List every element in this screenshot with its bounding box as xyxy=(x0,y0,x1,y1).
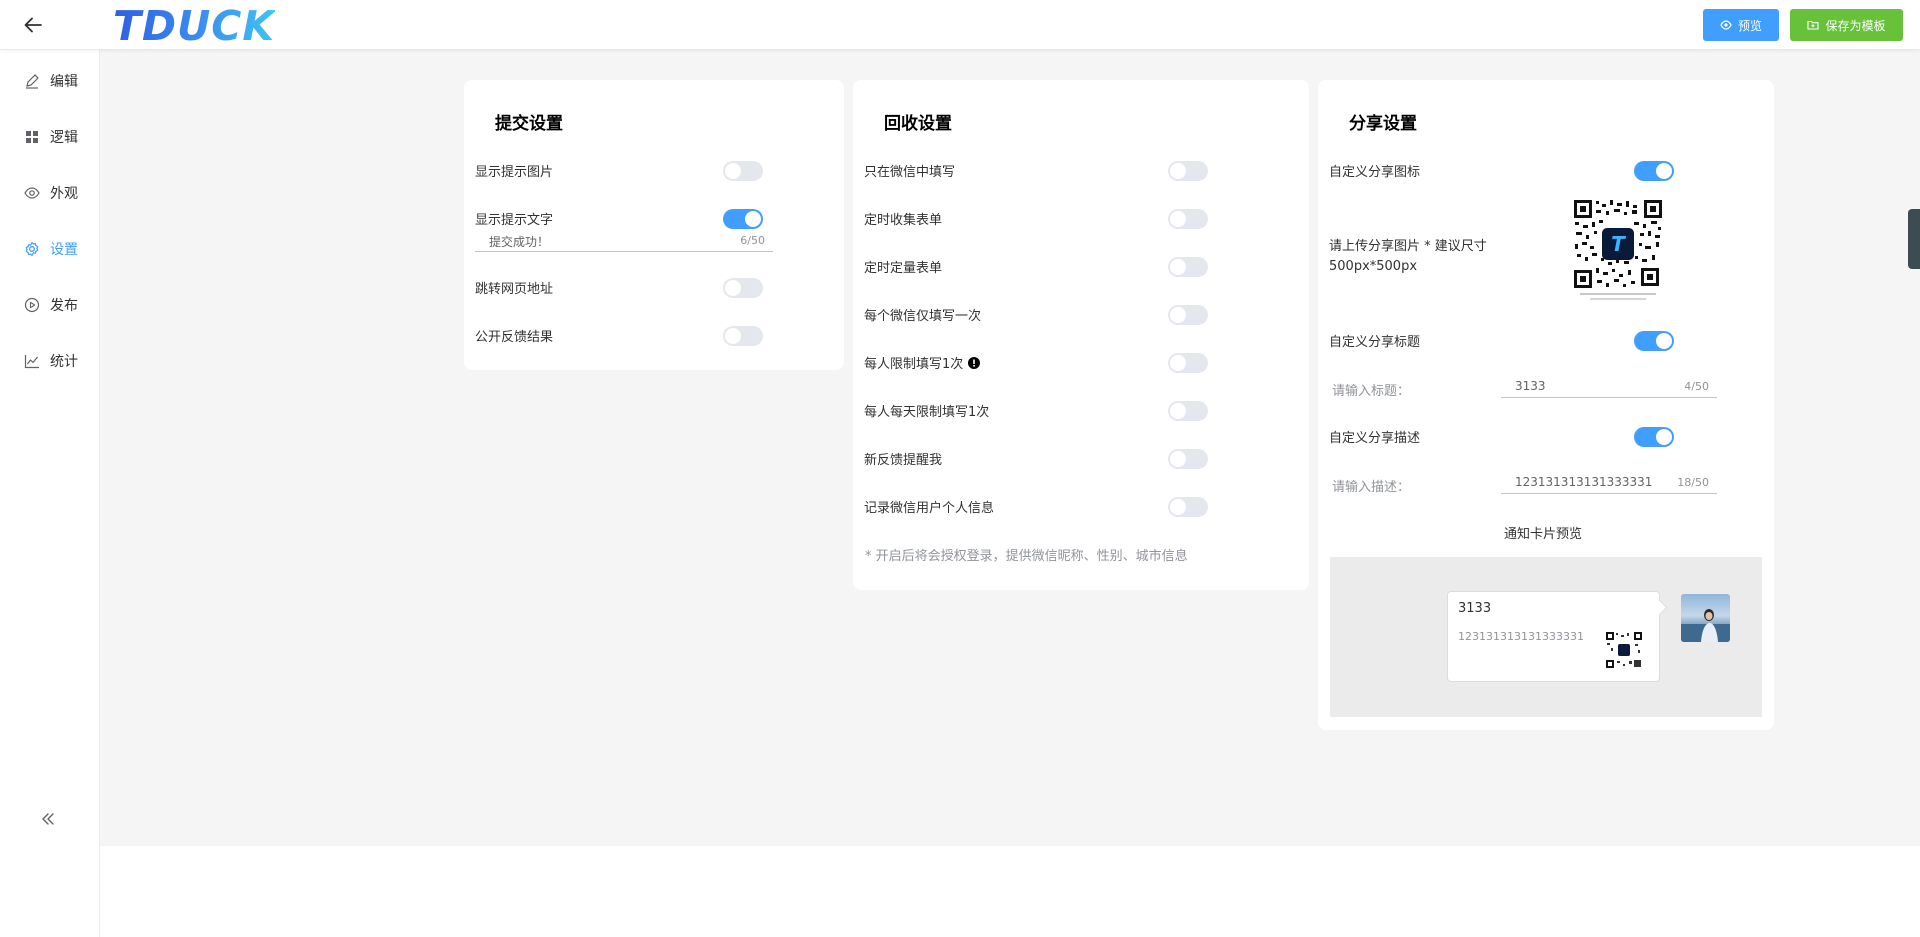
sidebar-item-settings[interactable]: 设置 xyxy=(24,239,78,259)
back-button[interactable] xyxy=(18,10,48,40)
timed-collect-switch[interactable] xyxy=(1168,209,1208,229)
share-card-desc: 123131313131333331 xyxy=(1458,630,1584,643)
redirect-label: 跳转网页地址 xyxy=(475,282,554,297)
chart-icon xyxy=(24,355,39,369)
limit-once-switch[interactable] xyxy=(1168,353,1208,373)
show-text-switch[interactable] xyxy=(723,209,763,229)
success-text-value: 提交成功！ xyxy=(489,235,550,249)
timed-quota-switch[interactable] xyxy=(1168,257,1208,277)
wechat-only-label: 只在微信中填写 xyxy=(864,165,956,180)
char-count: 6/50 xyxy=(740,234,765,247)
sidebar-item-label: 编辑 xyxy=(50,74,78,90)
notify-me-switch[interactable] xyxy=(1168,449,1208,469)
sidebar-item-logic[interactable]: 逻辑 xyxy=(24,127,78,147)
share-image-upload[interactable]: T xyxy=(1572,198,1664,302)
user-avatar xyxy=(1681,594,1730,642)
wechat-only-switch[interactable] xyxy=(1168,161,1208,181)
share-card-bubble: 3133 123131313131333331 xyxy=(1447,591,1660,682)
share-card-thumbnail xyxy=(1605,631,1643,669)
sidebar-item-label: 发布 xyxy=(50,298,78,314)
save-template-label: 保存为模板 xyxy=(1825,18,1886,33)
once-per-wechat-label: 每个微信仅填写一次 xyxy=(864,309,982,324)
wechat-auth-hint: * 开启后将会授权登录，提供微信昵称、性别、城市信息 xyxy=(865,549,1188,564)
edit-icon xyxy=(26,74,39,89)
custom-title-label: 自定义分享标题 xyxy=(1329,335,1421,350)
desc-input-label: 请输入描述： xyxy=(1332,480,1411,495)
public-result-label: 公开反馈结果 xyxy=(475,330,554,345)
eye-icon xyxy=(24,187,40,199)
char-count: 18/50 xyxy=(1677,476,1709,489)
sidebar-item-publish[interactable]: 发布 xyxy=(24,295,78,315)
warning-icon[interactable] xyxy=(968,356,981,369)
sidebar-item-edit[interactable]: 编辑 xyxy=(24,71,78,91)
card-title: 分享设置 xyxy=(1349,114,1417,134)
custom-desc-label: 自定义分享描述 xyxy=(1329,431,1421,446)
char-count: 4/50 xyxy=(1684,380,1709,393)
show-text-label: 显示提示文字 xyxy=(475,213,554,228)
submit-settings-card: 提交设置 显示提示图片 显示提示文字 提交成功！ 6/50 跳转网页地址 公开反… xyxy=(464,80,844,370)
gear-icon xyxy=(25,241,39,257)
left-sidebar: 编辑 逻辑 外观 设置 发布 统计 xyxy=(0,50,100,937)
sidebar-item-label: 外观 xyxy=(50,186,78,202)
share-desc-value: 123131313131333331 xyxy=(1515,475,1653,489)
preview-button[interactable]: 预览 xyxy=(1703,9,1779,41)
once-per-wechat-switch[interactable] xyxy=(1168,305,1208,325)
custom-icon-switch[interactable] xyxy=(1634,161,1674,181)
success-text-input[interactable]: 提交成功！ 6/50 xyxy=(475,230,773,252)
show-image-switch[interactable] xyxy=(723,161,763,181)
card-preview-label: 通知卡片预览 xyxy=(1504,527,1583,542)
custom-desc-switch[interactable] xyxy=(1634,427,1674,447)
collapse-sidebar-icon[interactable] xyxy=(40,808,56,833)
share-card-title: 3133 xyxy=(1458,601,1492,616)
share-title-input[interactable]: 3133 4/50 xyxy=(1501,376,1717,398)
limit-daily-label: 每人每天限制填写1次 xyxy=(864,405,990,420)
grid-icon xyxy=(26,131,38,143)
public-result-switch[interactable] xyxy=(723,326,763,346)
sidebar-item-appearance[interactable]: 外观 xyxy=(24,183,78,203)
play-circle-icon xyxy=(24,297,40,313)
sidebar-item-label: 设置 xyxy=(50,242,78,258)
share-settings-card: 分享设置 自定义分享图标 请上传分享图片 * 建议尺寸500px*500px T… xyxy=(1318,80,1774,730)
upload-hint: 请上传分享图片 * 建议尺寸500px*500px xyxy=(1329,239,1487,274)
top-header: TDUCK 预览 保存为模板 xyxy=(0,0,1920,50)
qr-code-image: T xyxy=(1572,198,1664,300)
show-image-label: 显示提示图片 xyxy=(475,165,554,180)
sidebar-item-label: 统计 xyxy=(50,354,78,370)
arrow-left-icon xyxy=(24,17,42,33)
main-content: 提交设置 显示提示图片 显示提示文字 提交成功！ 6/50 跳转网页地址 公开反… xyxy=(100,50,1920,846)
redirect-switch[interactable] xyxy=(723,278,763,298)
limit-once-label: 每人限制填写1次 xyxy=(864,357,964,372)
save-template-button[interactable]: 保存为模板 xyxy=(1790,9,1903,41)
share-title-value: 3133 xyxy=(1515,379,1546,393)
folder-icon xyxy=(1807,20,1820,30)
record-wechat-info-label: 记录微信用户个人信息 xyxy=(864,501,995,516)
preview-label: 预览 xyxy=(1737,18,1762,33)
notify-me-label: 新反馈提醒我 xyxy=(864,453,943,468)
title-input-label: 请输入标题： xyxy=(1332,384,1411,399)
notification-card-preview: 3133 123131313131333331 xyxy=(1330,557,1762,717)
record-wechat-info-switch[interactable] xyxy=(1168,497,1208,517)
timed-collect-label: 定时收集表单 xyxy=(864,213,943,228)
custom-icon-label: 自定义分享图标 xyxy=(1329,165,1421,180)
sidebar-item-statistics[interactable]: 统计 xyxy=(24,351,78,371)
limit-once-row: 每人限制填写1次 xyxy=(864,353,981,372)
svg-text:T: T xyxy=(1611,232,1626,256)
eye-icon xyxy=(1720,20,1732,30)
timed-quota-label: 定时定量表单 xyxy=(864,261,943,276)
side-drawer-handle[interactable] xyxy=(1908,209,1920,269)
limit-daily-switch[interactable] xyxy=(1168,401,1208,421)
collect-settings-card: 回收设置 只在微信中填写 定时收集表单 定时定量表单 每个微信仅填写一次 每人限… xyxy=(853,80,1309,590)
custom-title-switch[interactable] xyxy=(1634,331,1674,351)
sidebar-item-label: 逻辑 xyxy=(50,130,78,146)
share-desc-input[interactable]: 123131313131333331 18/50 xyxy=(1501,472,1717,494)
tduck-logo: TDUCK xyxy=(113,2,276,50)
card-title: 回收设置 xyxy=(884,114,952,134)
card-title: 提交设置 xyxy=(495,114,563,134)
